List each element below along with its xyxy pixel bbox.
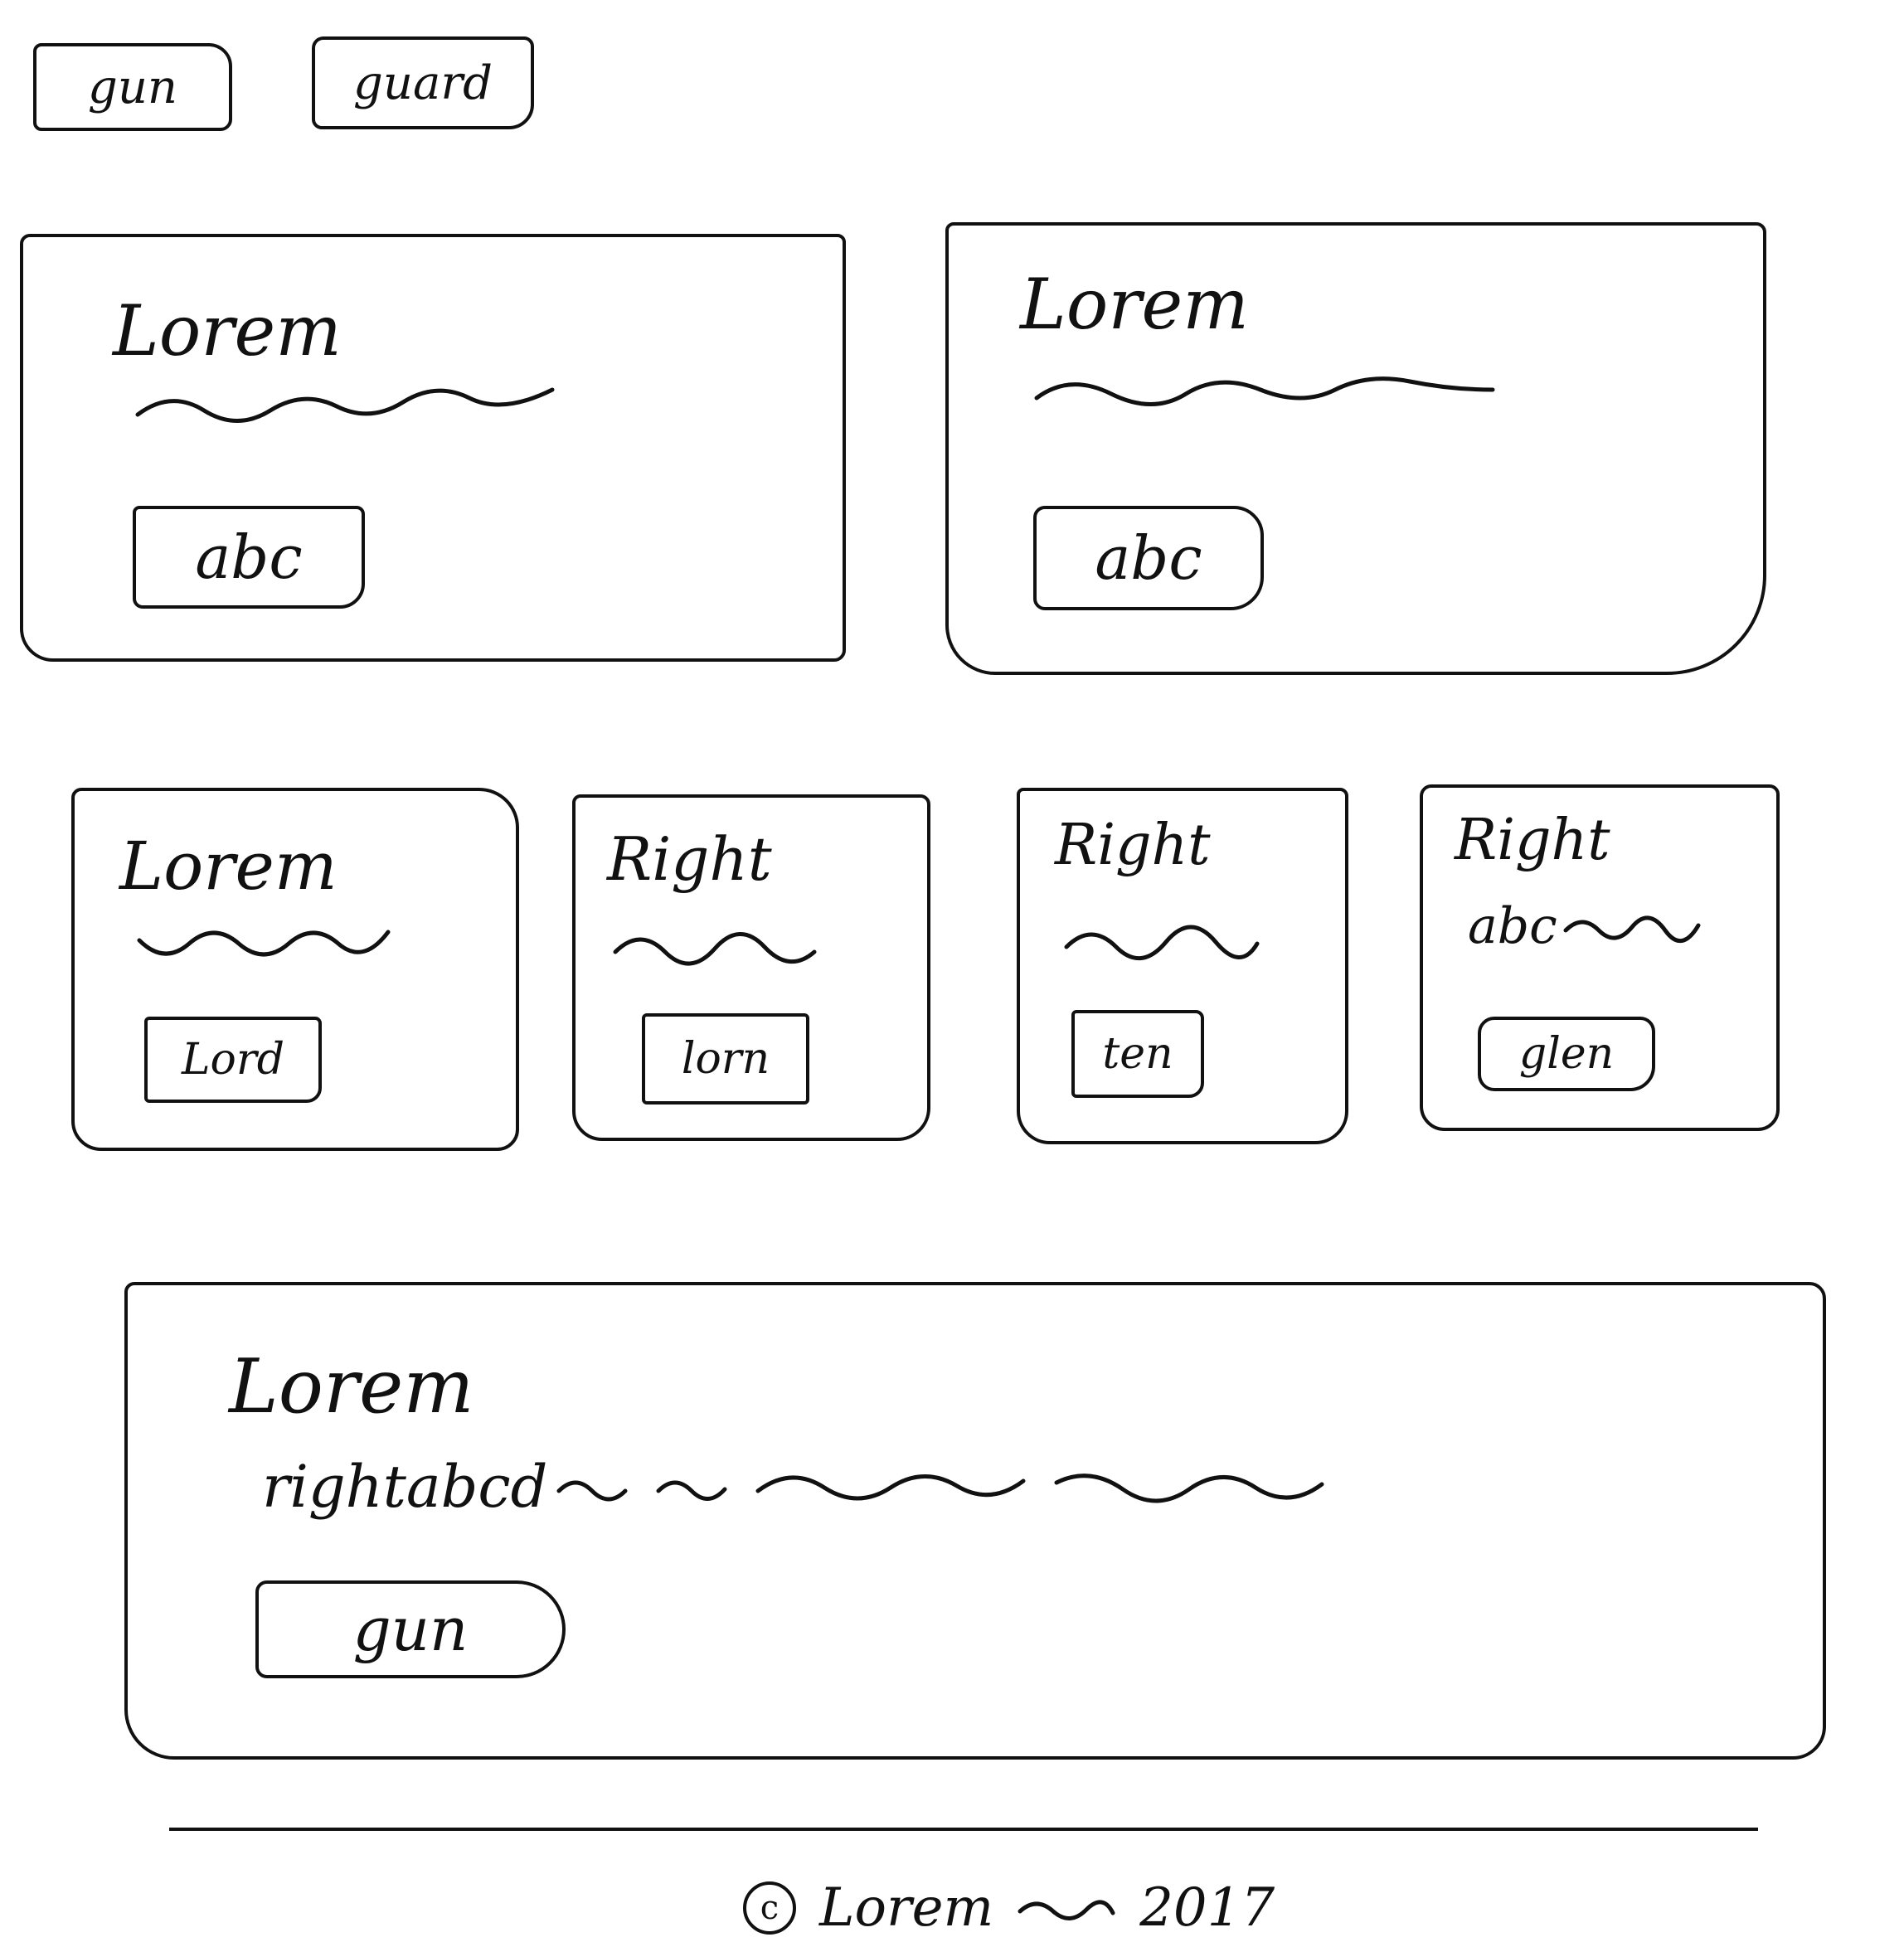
small-card-2-button-label: lorn <box>681 1034 770 1084</box>
small-card-3-title: Right <box>1055 813 1211 878</box>
nav-button-gun-label: gun <box>88 60 177 114</box>
small-card-4-subtitle-row: abc <box>1468 897 1703 955</box>
wide-card-text-row: rightabcd <box>262 1453 1435 1521</box>
small-card-1-text-squiggle <box>137 930 391 957</box>
footer-divider <box>169 1828 1758 1831</box>
small-card-3-button[interactable]: ten <box>1071 1010 1204 1098</box>
small-card-3-text-squiggle <box>1064 925 1260 961</box>
hero-card-2-button-label: abc <box>1095 523 1202 593</box>
hero-card-1-button-label: abc <box>195 522 303 592</box>
wide-card-text: rightabcd <box>262 1453 548 1521</box>
hero-card-2-title: Lorem <box>1020 264 1249 345</box>
wide-card-button[interactable]: gun <box>255 1580 566 1678</box>
small-card-2-title: Right <box>607 824 772 894</box>
hero-card-1-text-squiggle <box>135 387 555 423</box>
small-card-3-button-label: ten <box>1102 1029 1173 1079</box>
small-card-1-title: Lorem <box>119 828 338 905</box>
footer-year: 2017 <box>1139 1877 1275 1939</box>
nav-button-guard-label: guard <box>353 56 493 110</box>
small-card-4-button-label: glen <box>1518 1029 1615 1079</box>
copyright-symbol: c <box>760 1889 780 1927</box>
hero-card-2-text-squiggle <box>1034 376 1495 406</box>
footer-squiggle <box>1018 1900 1115 1920</box>
small-card-2-text-squiggle <box>613 932 817 966</box>
small-card-4-title: Right <box>1455 808 1610 873</box>
footer: c Lorem 2017 <box>743 1877 1275 1939</box>
wide-card-button-label: gun <box>352 1595 469 1664</box>
small-card-2-button[interactable]: lorn <box>642 1013 809 1105</box>
small-card-4-subtitle: abc <box>1468 897 1557 955</box>
hero-card-2-button[interactable]: abc <box>1033 506 1264 610</box>
nav-button-gun[interactable]: gun <box>33 43 232 131</box>
small-card-1-button[interactable]: Lord <box>144 1017 322 1103</box>
wide-card-text-squiggle <box>556 1473 1324 1503</box>
copyright-icon: c <box>743 1881 796 1935</box>
small-card-4-text-squiggle <box>1563 915 1701 943</box>
footer-brand: Lorem <box>819 1877 994 1939</box>
hero-card-1-button[interactable]: abc <box>133 506 365 609</box>
hero-card-1-title: Lorem <box>113 290 342 371</box>
wide-card-title: Lorem <box>229 1343 474 1430</box>
nav-button-guard[interactable]: guard <box>312 36 534 129</box>
small-card-4-button[interactable]: glen <box>1478 1017 1655 1091</box>
small-card-1-button-label: Lord <box>182 1035 284 1085</box>
